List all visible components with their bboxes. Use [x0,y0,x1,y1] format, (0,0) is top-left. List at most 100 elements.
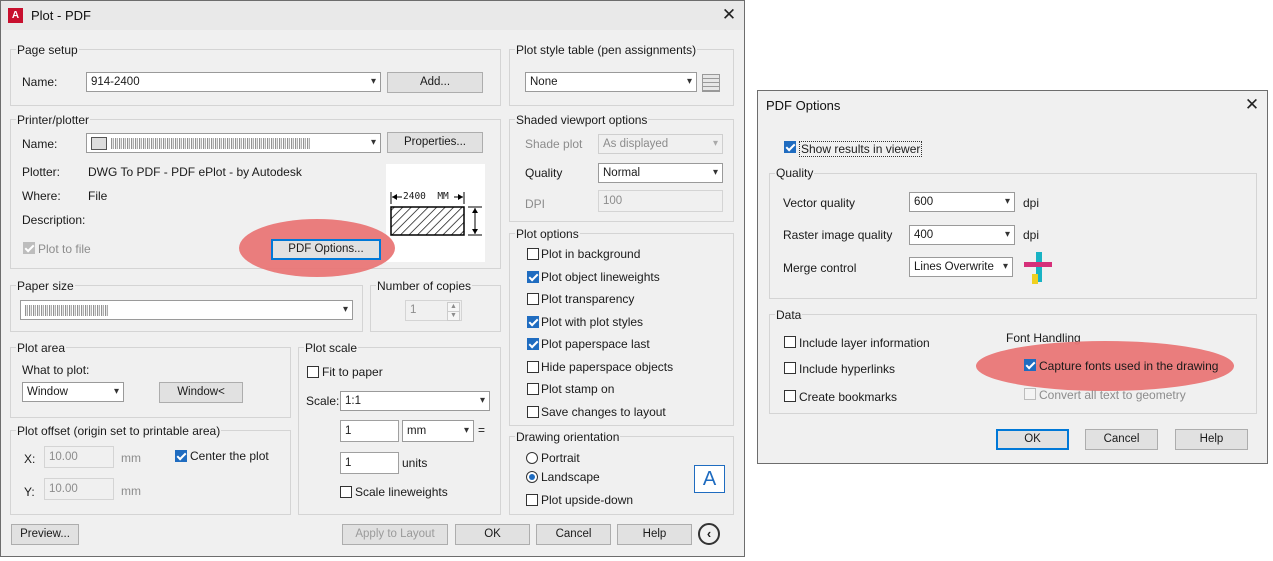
chevron-down-icon: ▾ [479,395,485,406]
chevron-down-icon: ▾ [712,167,718,178]
hyperlinks-checkbox[interactable] [784,362,796,374]
apply-to-layout-button[interactable]: Apply to Layout [342,524,448,545]
plot-option-checkbox[interactable] [527,361,539,373]
show-results-label: Show results in viewer [799,141,923,157]
orientation-preview-icon: A [694,465,725,493]
scale-units-label: units [402,456,428,470]
close-icon[interactable]: ✕ [719,5,739,25]
landscape-radio[interactable] [526,471,538,483]
shade-plot-select[interactable]: As displayed ▾ [598,134,723,154]
chevron-down-icon: ▾ [342,304,348,315]
help-button[interactable]: Help [617,524,692,545]
plot-option-label: Hide paperspace objects [541,360,674,374]
chevron-down-icon: ▾ [686,76,692,87]
pdf-quality-title: Quality [775,166,815,180]
vector-quality-select[interactable]: 600 ▾ [909,192,1015,212]
bookmarks-checkbox[interactable] [784,390,796,402]
scale-lineweights-checkbox[interactable] [340,486,352,498]
center-plot-checkbox[interactable] [175,450,187,462]
plot-option-label: Plot with plot styles [541,315,644,329]
chevron-down-icon: ▾ [370,76,376,87]
ok-button[interactable]: OK [455,524,530,545]
hyperlinks-label: Include hyperlinks [799,362,896,376]
properties-button[interactable]: Properties... [387,132,483,153]
offset-x-label: X: [24,452,36,466]
redacted-paper-size [25,305,109,316]
offset-x-input[interactable]: 10.00 [44,446,114,468]
plot-option-checkbox[interactable] [527,271,539,283]
paper-size-select[interactable]: ▾ [20,300,353,320]
plot-style-select[interactable]: None ▾ [525,72,697,92]
plot-option-checkbox[interactable] [527,383,539,395]
plot-option-checkbox[interactable] [527,316,539,328]
chevron-down-icon: ▾ [1004,229,1010,240]
scale-unit-select[interactable]: mm ▾ [402,420,474,442]
plot-to-file-checkbox [23,242,35,254]
layer-info-checkbox[interactable] [784,336,796,348]
add-button[interactable]: Add... [387,72,483,93]
what-to-plot-select[interactable]: Window ▾ [22,382,124,402]
page-setup-name-select[interactable]: 914-2400 ▾ [86,72,381,92]
shaded-title: Shaded viewport options [515,113,649,127]
dpi-input[interactable]: 100 [598,190,723,212]
quality-label: Quality [525,166,563,180]
what-to-plot-label: What to plot: [22,363,90,377]
pdf-ok-button[interactable]: OK [996,429,1069,450]
cancel-button[interactable]: Cancel [536,524,611,545]
plot-style-title: Plot style table (pen assignments) [515,43,698,57]
close-icon[interactable]: ✕ [1242,95,1262,115]
plot-option-checkbox[interactable] [527,248,539,260]
spinner-down-icon[interactable]: ▼ [447,311,460,321]
plot-option-label: Plot in background [541,247,641,261]
plot-option-checkbox[interactable] [527,293,539,305]
plot-option-label: Plot stamp on [541,382,615,396]
plot-option-checkbox[interactable] [527,406,539,418]
upside-down-checkbox[interactable] [526,494,538,506]
portrait-radio[interactable] [526,452,538,464]
edit-plot-style-icon[interactable] [702,74,720,92]
quality-select[interactable]: Normal ▾ [598,163,723,183]
shade-plot-value: As displayed [603,138,669,150]
plot-option-checkbox[interactable] [527,338,539,350]
pdf-options-button[interactable]: PDF Options... [271,239,381,260]
window-title: Plot - PDF [31,8,91,23]
plot-area-title: Plot area [16,341,67,355]
copies-input[interactable]: 1 ▲ ▼ [405,300,462,321]
pdf-cancel-button[interactable]: Cancel [1085,429,1158,450]
merge-control-select[interactable]: Lines Overwrite ▾ [909,257,1013,277]
preview-button[interactable]: Preview... [11,524,79,545]
scale-label: Scale: [306,394,340,408]
pdf-window-title: PDF Options [766,98,841,113]
offset-y-unit: mm [121,484,141,498]
scale-select[interactable]: 1:1 ▾ [340,391,490,411]
vector-quality-label: Vector quality [783,196,856,210]
offset-y-input[interactable]: 10.00 [44,478,114,500]
preview-dimension-label: 2400 MM [403,191,449,202]
where-value: File [88,189,108,203]
upside-down-label: Plot upside-down [541,493,634,507]
paper-preview: 2400 MM [386,164,485,262]
collapse-chevron-icon[interactable]: ‹ [698,523,720,545]
window-pick-button[interactable]: Window< [159,382,243,403]
center-plot-label: Center the plot [190,449,269,463]
scale-unit-value: mm [407,425,427,437]
chevron-down-icon: ▾ [1004,196,1010,207]
fit-to-paper-checkbox[interactable] [307,366,319,378]
convert-text-checkbox [1024,388,1036,400]
printer-icon [91,137,107,150]
quality-value: Normal [603,167,641,179]
page-setup-name-value: 914-2400 [91,76,140,88]
scale-value1-input[interactable]: 1 [340,420,399,442]
shade-plot-label: Shade plot [525,137,583,151]
portrait-label: Portrait [541,451,580,465]
scale-value2-input[interactable]: 1 [340,452,399,474]
capture-fonts-checkbox[interactable] [1024,359,1036,371]
raster-quality-select[interactable]: 400 ▾ [909,225,1015,245]
scale-lineweights-label: Scale lineweights [355,485,448,499]
printer-name-label: Name: [22,137,58,151]
landscape-label: Landscape [541,470,600,484]
pdf-help-button[interactable]: Help [1175,429,1248,450]
printer-name-select[interactable]: ▾ [86,133,381,153]
description-label: Description: [22,213,86,227]
show-results-checkbox[interactable] [784,141,796,153]
